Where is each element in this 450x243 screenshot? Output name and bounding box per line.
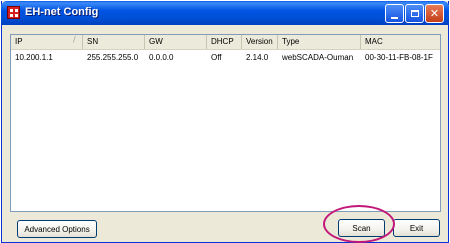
column-header-gw[interactable]: GW — [145, 35, 207, 49]
minimize-icon — [391, 16, 398, 19]
list-header: IP / SN GW DHCP Version Type MAC — [11, 35, 440, 50]
minimize-button[interactable] — [385, 4, 404, 23]
advanced-options-button[interactable]: Advanced Options — [17, 220, 97, 238]
app-grid-icon — [7, 6, 20, 19]
sort-indicator-icon: / — [73, 35, 76, 44]
maximize-button[interactable] — [405, 4, 424, 23]
window-title: EH-net Config — [25, 6, 99, 18]
config-window: EH-net Config ✕ IP / SN GW DHCP Version … — [1, 1, 449, 243]
column-header-dhcp[interactable]: DHCP — [207, 35, 242, 49]
column-header-version[interactable]: Version — [242, 35, 278, 49]
column-header-type[interactable]: Type — [278, 35, 361, 49]
column-header-mac[interactable]: MAC — [361, 35, 440, 49]
close-icon: ✕ — [429, 7, 440, 20]
close-button[interactable]: ✕ — [425, 4, 444, 23]
maximize-icon — [410, 10, 419, 17]
exit-button[interactable]: Exit — [393, 219, 440, 237]
device-list[interactable]: IP / SN GW DHCP Version Type MAC 10.200.… — [10, 34, 441, 212]
cell-gw: 0.0.0.0 — [149, 53, 174, 62]
title-bar[interactable]: EH-net Config ✕ — [1, 1, 449, 25]
cell-type: webSCADA-Ouman — [282, 53, 354, 62]
cell-mac: 00-30-11-FB-08-1F — [365, 53, 433, 62]
cell-version: 2.14.0 — [246, 53, 269, 62]
cell-dhcp: Off — [211, 53, 222, 62]
column-header-sn[interactable]: SN — [83, 35, 145, 49]
cell-ip: 10.200.1.1 — [15, 53, 53, 62]
cell-sn: 255.255.255.0 — [87, 53, 139, 62]
scan-button[interactable]: Scan — [338, 219, 385, 237]
